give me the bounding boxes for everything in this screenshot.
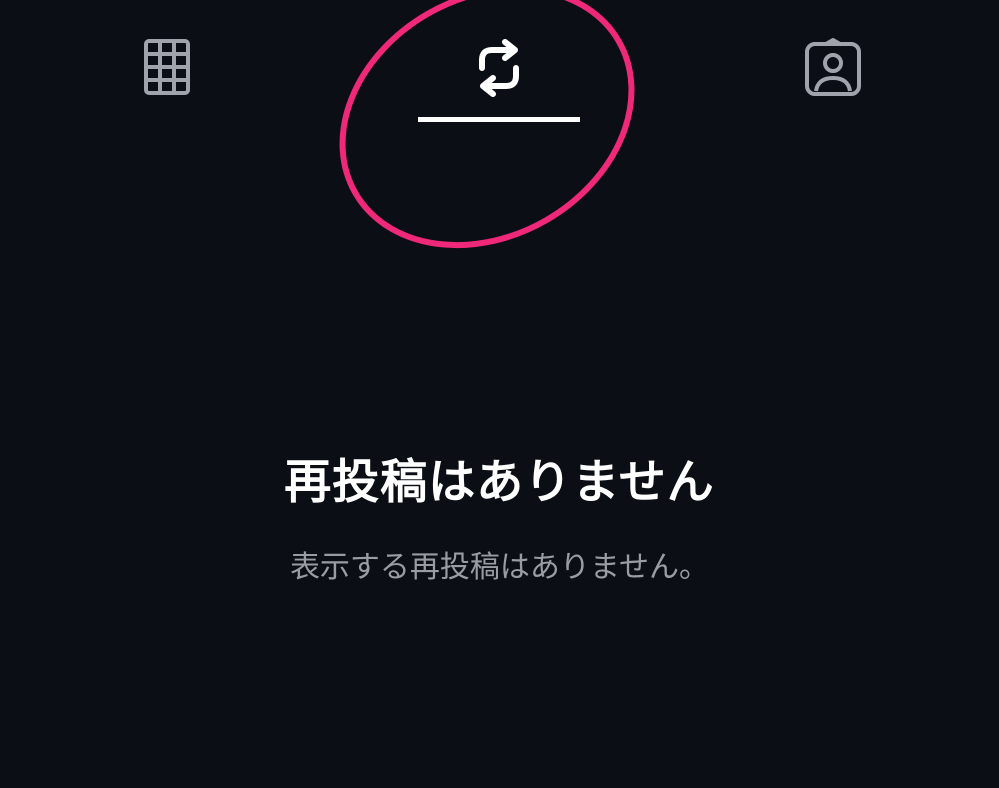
profile-tab-bar [0,0,999,124]
tagged-person-icon [805,38,861,96]
empty-state-subtitle: 表示する再投稿はありません。 [289,550,710,585]
repost-icon [479,39,519,97]
empty-state: 再投稿はありません 表示する再投稿はありません。 [0,448,999,590]
grid-icon [144,39,190,95]
profile-screen: 再投稿はありません 表示する再投稿はありません。 [0,0,999,788]
tab-reposts[interactable] [399,0,599,124]
tab-tagged[interactable] [733,0,933,124]
active-tab-indicator [418,117,580,122]
tab-posts[interactable] [67,0,267,124]
empty-state-title: 再投稿はありません [284,455,715,510]
